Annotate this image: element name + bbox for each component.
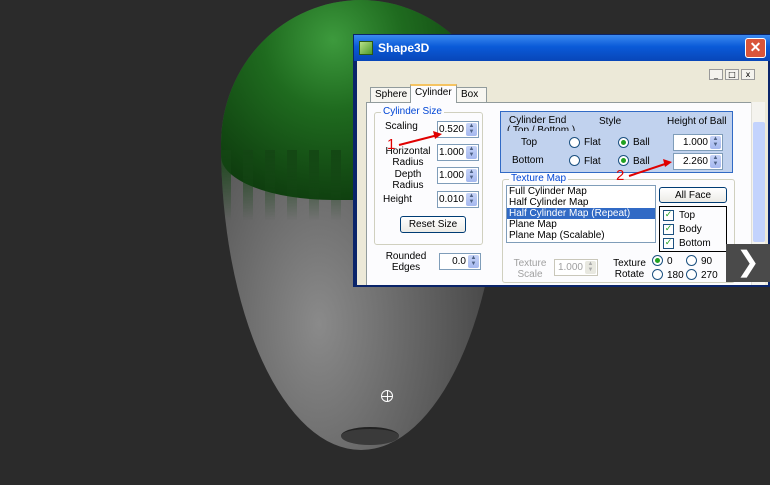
top-flat-label: Flat: [584, 137, 601, 148]
rotate-180-label: 180: [667, 270, 684, 281]
style-header: Style: [599, 116, 622, 127]
all-face-button[interactable]: All Face: [659, 187, 727, 203]
rotate-180-radio[interactable]: [652, 269, 663, 280]
top-ball-radio[interactable]: [618, 137, 629, 148]
spin-arrows-icon[interactable]: ▲ ▼: [466, 146, 477, 159]
texture-map-label: Texture Map: [509, 173, 569, 184]
spin-arrows-icon: ▲ ▼: [585, 261, 596, 274]
texture-scale-spinner[interactable]: 1.000 ▲ ▼: [554, 259, 598, 276]
rounded-edges-value: 0.0: [452, 256, 466, 267]
rotate-270-radio[interactable]: [686, 269, 697, 280]
scaling-spinner[interactable]: 0.520 ▲ ▼: [437, 121, 479, 138]
texture-scale-value: 1.000: [557, 262, 583, 273]
body-face-checkbox[interactable]: ✓: [663, 224, 674, 235]
rotate-90-radio[interactable]: [686, 255, 697, 266]
height-value: 0.010: [438, 194, 464, 205]
scrollbar-thumb[interactable]: [753, 122, 765, 242]
bottom-ball-label: Ball: [633, 156, 650, 167]
list-item[interactable]: Plane Map: [507, 219, 655, 230]
mdi-close-button[interactable]: x: [741, 69, 755, 80]
rotate-270-label: 270: [701, 270, 718, 281]
bottom-face-label: Bottom: [679, 238, 711, 249]
window-client: _ □ x Sphere Cylinder Box Cylinder Size Sc…: [357, 61, 768, 285]
bottom-flat-label: Flat: [584, 156, 601, 167]
annotation-marker-1: 1: [387, 136, 396, 153]
rounded-edges-spinner[interactable]: 0.0 ▲ ▼: [439, 253, 481, 270]
spin-arrows-icon[interactable]: ▲ ▼: [710, 155, 721, 168]
rotate-90-label: 90: [701, 256, 713, 267]
mdi-buttons: _ □ x: [707, 69, 755, 81]
spin-arrows-icon[interactable]: ▲ ▼: [710, 136, 721, 149]
top-ball-label: Ball: [633, 137, 650, 148]
height-spinner[interactable]: 0.010 ▲ ▼: [437, 191, 479, 208]
bottom-end-label: Bottom: [512, 155, 544, 166]
list-item[interactable]: Half Cylinder Map: [507, 197, 655, 208]
scaling-label: Scaling: [385, 121, 418, 132]
bottom-ball-height-spinner[interactable]: 2.260 ▲ ▼: [673, 153, 723, 170]
texture-scale-label: Texture Scale: [513, 258, 547, 280]
list-item-selected[interactable]: Half Cylinder Map (Repeat): [507, 208, 655, 219]
height-label: Height: [383, 194, 412, 205]
spin-arrows-icon[interactable]: ▲ ▼: [466, 193, 477, 206]
pivot-target-icon[interactable]: [381, 390, 393, 402]
top-ball-height-value: 1.000: [682, 137, 708, 148]
cylinder-size-label: Cylinder Size: [381, 106, 444, 117]
next-arrow-button[interactable]: ❯: [726, 244, 770, 282]
spin-arrows-icon[interactable]: ▲ ▼: [466, 169, 477, 182]
reset-size-button[interactable]: Reset Size: [400, 216, 466, 233]
bottom-ball-height-value: 2.260: [682, 156, 708, 167]
list-item[interactable]: Plane Map (Scalable): [507, 230, 655, 241]
faces-box: ✓ Top ✓ Body ✓ Bottom: [659, 206, 727, 252]
depth-radius-spinner[interactable]: 1.000 ▲ ▼: [437, 167, 479, 184]
bottom-flat-radio[interactable]: [569, 155, 580, 166]
scaling-value: 0.520: [438, 124, 464, 135]
texture-rotate-label: Texture Rotate: [613, 258, 646, 280]
bottom-ball-radio[interactable]: [618, 155, 629, 166]
depth-radius-label: Depth Radius: [392, 169, 424, 191]
titlebar[interactable]: Shape3D ✕: [354, 35, 770, 61]
spin-arrows-icon[interactable]: ▲ ▼: [466, 123, 477, 136]
rotate-0-radio[interactable]: [652, 255, 663, 266]
height-of-ball-header: Height of Ball: [667, 116, 727, 127]
cylinder-tab-panel: Cylinder Size Scaling 0.520 ▲ ▼ Horizontal…: [366, 102, 758, 285]
cube-app-icon: [359, 41, 373, 55]
rounded-edges-label: Rounded Edges: [385, 251, 427, 273]
top-flat-radio[interactable]: [569, 137, 580, 148]
depth-radius-value: 1.000: [438, 170, 464, 181]
cylinder-bottom-hole: [341, 427, 399, 445]
top-end-label: Top: [521, 137, 538, 148]
cylinder-size-group: Cylinder Size Scaling 0.520 ▲ ▼ Horizontal…: [374, 106, 483, 245]
annotation-marker-2: 2: [616, 167, 625, 184]
maximize-button[interactable]: □: [725, 69, 739, 80]
shape3d-window: Shape3D ✕ _ □ x Sphere Cylinder Box Cylind…: [353, 34, 770, 287]
top-ball-height-spinner[interactable]: 1.000 ▲ ▼: [673, 134, 723, 151]
cylinder-end-subheader: ( Top / Bottom ): [507, 125, 576, 131]
top-face-checkbox[interactable]: ✓: [663, 210, 674, 221]
spin-arrows-icon[interactable]: ▲ ▼: [468, 255, 479, 268]
close-button[interactable]: ✕: [745, 38, 766, 58]
texture-map-list[interactable]: Full Cylinder Map Half Cylinder Map Half…: [506, 185, 656, 243]
list-item[interactable]: Full Cylinder Map: [507, 186, 655, 197]
horizontal-radius-spinner[interactable]: 1.000 ▲ ▼: [437, 144, 479, 161]
rotate-0-label: 0: [667, 256, 673, 267]
tab-box[interactable]: Box: [456, 87, 487, 102]
tab-cylinder[interactable]: Cylinder: [410, 84, 457, 103]
horizontal-radius-value: 1.000: [438, 147, 464, 158]
minimize-button[interactable]: _: [709, 69, 723, 80]
bottom-face-checkbox[interactable]: ✓: [663, 238, 674, 249]
cylinder-end-panel: Cylinder End ( Top / Bottom ) Style Heig…: [500, 111, 733, 173]
top-face-label: Top: [679, 210, 696, 221]
window-title: Shape3D: [378, 41, 430, 55]
body-face-label: Body: [679, 224, 702, 235]
tab-sphere[interactable]: Sphere: [370, 87, 413, 102]
